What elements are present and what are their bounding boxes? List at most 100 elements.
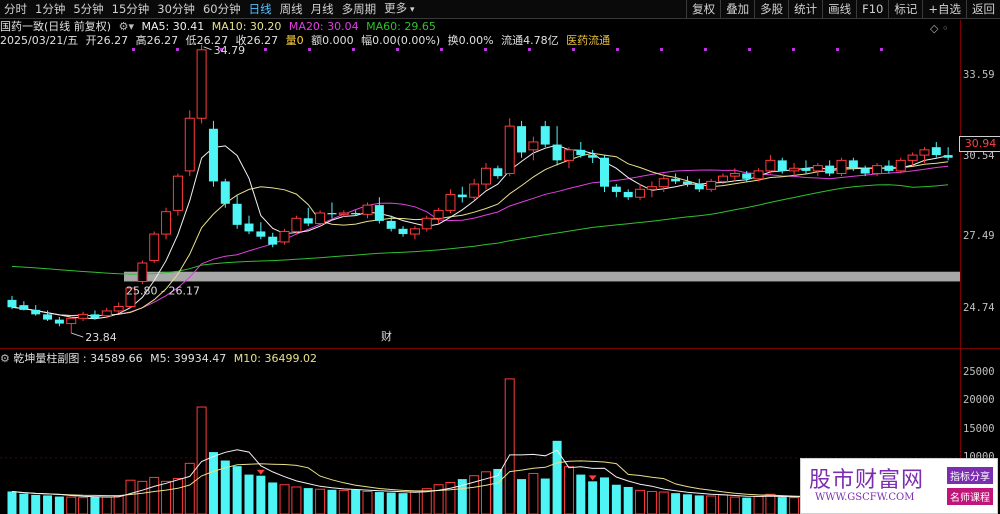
- candle-body: [671, 178, 681, 182]
- candle-body: [172, 175, 183, 211]
- price-axis-label: 24.74: [963, 302, 995, 315]
- candle-body: [66, 317, 77, 325]
- candle-body: [635, 188, 646, 198]
- toolbar-button[interactable]: 返回: [966, 0, 1000, 18]
- candle-body: [113, 305, 124, 312]
- signal-dot: [308, 48, 311, 51]
- period-tab[interactable]: 5分钟: [69, 0, 107, 18]
- candle-body: [43, 314, 53, 320]
- candle-body: [338, 212, 349, 215]
- volume-bar: [54, 496, 64, 514]
- toolbar-button[interactable]: F10: [856, 0, 888, 18]
- volume-bar: [753, 496, 764, 514]
- toolbar-button[interactable]: 统计: [788, 0, 822, 18]
- candle-body: [753, 170, 764, 180]
- toolbar-button[interactable]: 复权: [686, 0, 720, 18]
- candle-body: [777, 160, 787, 171]
- candle-body: [208, 128, 218, 182]
- candle-body: [812, 165, 823, 172]
- volume-signal-marker: [588, 475, 597, 481]
- low-marker-label: 23.84: [85, 331, 117, 342]
- candle-body: [611, 186, 621, 192]
- period-tab[interactable]: 15分钟: [108, 0, 154, 18]
- volume-bar: [635, 489, 646, 514]
- volume-bar: [7, 491, 17, 514]
- volume-bar: [706, 495, 717, 514]
- volume-axis-label: 15000: [963, 422, 995, 435]
- candle-body: [552, 144, 562, 161]
- candle-body: [421, 217, 432, 230]
- candle-body: [315, 212, 326, 225]
- signal-dot: [176, 48, 179, 51]
- toolbar-button[interactable]: 画线: [822, 0, 856, 18]
- candle-body: [256, 231, 266, 237]
- candle-body: [623, 191, 633, 198]
- candle-body: [291, 217, 302, 232]
- low-marker-arrow: [71, 332, 84, 338]
- volume-bar: [742, 497, 752, 514]
- volume-bar: [351, 489, 361, 514]
- watermark-title: 股市财富网: [809, 468, 925, 493]
- candle-body: [469, 183, 480, 198]
- volume-bar: [694, 495, 704, 514]
- candle-body: [600, 157, 609, 187]
- period-tab[interactable]: 30分钟: [153, 0, 199, 18]
- candle-body: [398, 228, 408, 235]
- volume-bar: [232, 466, 242, 514]
- candle-body: [196, 49, 207, 119]
- volume-bar: [113, 495, 124, 514]
- volume-bar: [718, 494, 728, 514]
- toolbar-button[interactable]: 标记: [888, 0, 922, 18]
- candle-body: [646, 186, 657, 190]
- volume-bar: [208, 452, 218, 514]
- period-tab[interactable]: 更多: [380, 0, 418, 19]
- stock-title[interactable]: 国药一致(日线 前复权): [0, 20, 111, 33]
- volume-bar: [327, 489, 337, 514]
- price-chart[interactable]: 34.79 23.84 25.80 - 26.17 财: [0, 34, 960, 342]
- period-tab[interactable]: 60分钟: [199, 0, 245, 18]
- volume-bar: [765, 493, 776, 514]
- gap-band: [124, 271, 960, 282]
- price-axis-label: 33.59: [963, 69, 995, 82]
- volume-bar: [291, 486, 302, 514]
- toolbar-button[interactable]: 叠加: [720, 0, 754, 18]
- volume-bar: [256, 475, 266, 514]
- volume-signal-marker: [256, 469, 265, 475]
- volume-bar: [78, 497, 89, 514]
- indicator-header: 国药一致(日线 前复权) ⚙▾ MA5: 30.41 MA10: 30.20 M…: [0, 20, 440, 33]
- candle-body: [493, 168, 503, 177]
- price-chart-svg[interactable]: 34.79 23.84 25.80 - 26.17 财: [0, 34, 960, 342]
- panel-separator[interactable]: [0, 348, 1000, 349]
- candle-body: [351, 213, 361, 215]
- gap-label: 25.80 - 26.17: [126, 284, 200, 297]
- toolbar-button[interactable]: 多股: [754, 0, 788, 18]
- candle-body: [244, 223, 254, 232]
- candle-body: [232, 203, 242, 225]
- candle-body: [789, 167, 800, 172]
- volume-bar: [279, 484, 290, 514]
- candle-body: [540, 126, 550, 145]
- period-tab[interactable]: 1分钟: [31, 0, 69, 18]
- candle-body: [694, 184, 704, 190]
- period-tab[interactable]: 日线: [245, 0, 276, 18]
- volume-bar: [398, 493, 408, 514]
- period-tab[interactable]: 多周期: [338, 0, 381, 18]
- candle-body: [801, 168, 811, 171]
- volume-bar: [303, 488, 313, 514]
- period-tab[interactable]: 月线: [307, 0, 338, 18]
- candle-body: [682, 181, 692, 185]
- volume-bar: [315, 488, 326, 514]
- watermark-badge-course: 名师课程: [947, 488, 993, 505]
- ma60-value: MA60: 29.65: [366, 20, 436, 33]
- candle-body: [919, 149, 930, 156]
- candle-body: [907, 154, 918, 161]
- signal-dot: [792, 48, 795, 51]
- candle-body: [931, 147, 941, 156]
- settings-icon[interactable]: ⚙▾: [119, 20, 134, 33]
- period-tab[interactable]: 周线: [276, 0, 307, 18]
- period-tabs: 分时 1分钟 5分钟 15分钟 30分钟 60分钟 日线 周线 月线 多周期 更多: [0, 0, 418, 18]
- period-tab[interactable]: 分时: [0, 0, 31, 18]
- volume-bar: [600, 477, 609, 514]
- volume-bar: [244, 474, 254, 514]
- toolbar-button[interactable]: +自选: [922, 0, 966, 18]
